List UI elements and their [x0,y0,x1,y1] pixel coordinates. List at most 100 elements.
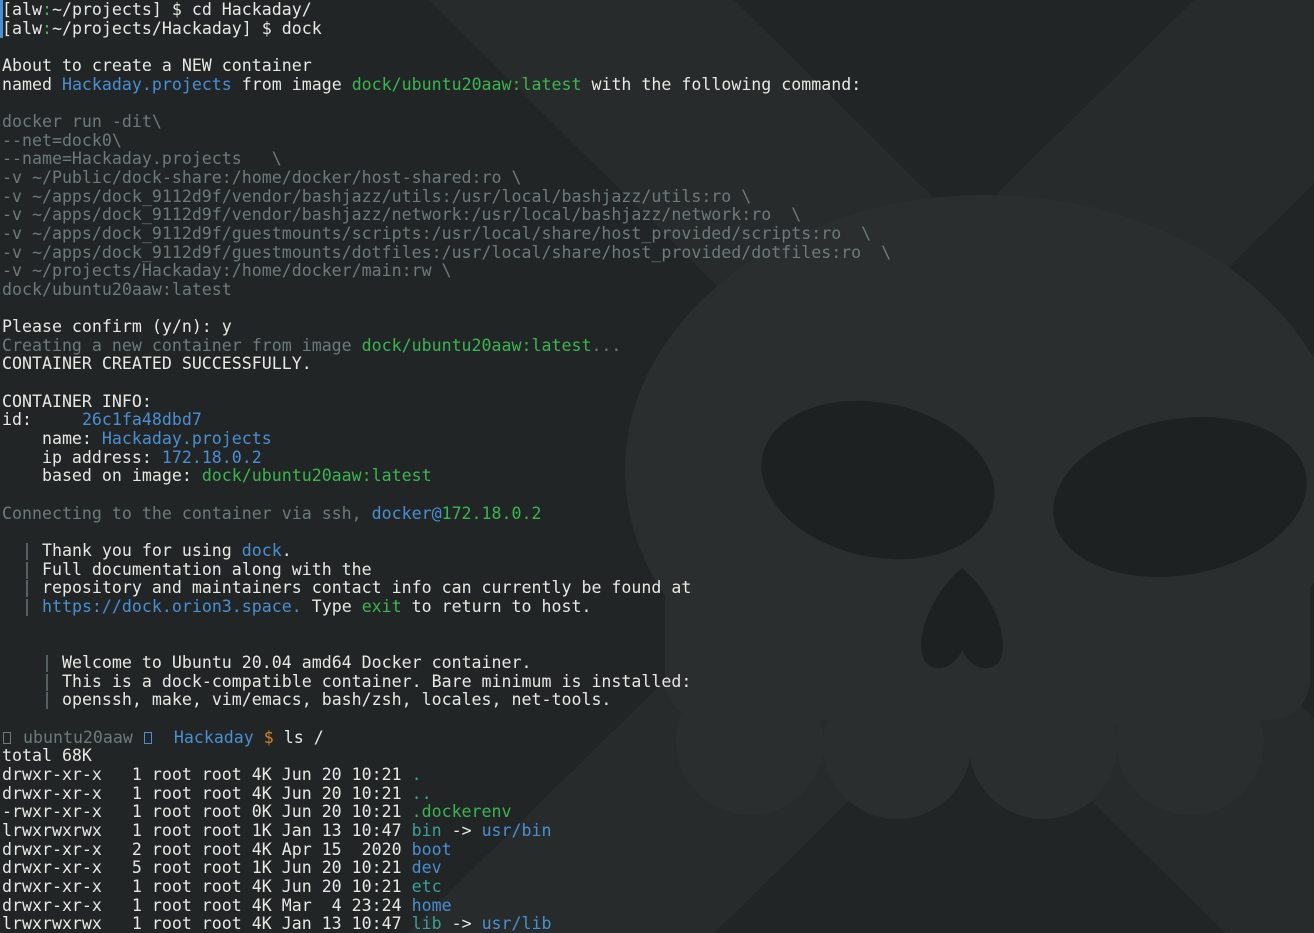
terminal-text: repository and maintainers contact info … [32,578,691,597]
terminal-text: ~/projects/Hackaday] $ dock [52,19,322,38]
terminal-text: | [22,560,32,579]
terminal-text: ubuntu20aaw [13,728,143,747]
terminal-line: Connecting to the container via ssh, doc… [2,505,1314,524]
terminal-text: | [22,578,32,597]
terminal-text [154,728,174,747]
terminal-text: CONTAINER CREATED SUCCESSFULLY. [2,354,312,373]
terminal-line: | Thank you for using dock. [2,542,1314,561]
terminal-text: | [42,653,52,672]
terminal-line: drwxr-xr-x 5 root root 1K Jun 20 10:21 d… [2,859,1314,878]
terminal-text: usr/lib [482,914,552,933]
terminal-text: ~/projects] $ cd Hackaday/ [52,0,312,19]
terminal-text [254,728,264,747]
terminal-text: | [42,672,52,691]
terminal-line: --net=dock0\ [2,132,1314,151]
terminal-text: -v ~/apps/dock_9112d9f/guestmounts/dotfi… [2,243,891,262]
terminal-text: drwxr-xr-x 1 root root 4K Mar 4 23:24 [2,896,412,915]
terminal-text: Welcome to Ubuntu 20.04 amd64 Docker con… [52,653,532,672]
terminal-text: id: [2,410,82,429]
terminal-text [32,597,42,616]
terminal-line: name: Hackaday.projects [2,430,1314,449]
terminal-line [2,710,1314,729]
terminal-text: drwxr-xr-x 2 root root 4K Apr 15 2020 [2,840,412,859]
terminal-line: | openssh, make, vim/emacs, bash/zsh, lo… [2,691,1314,710]
terminal-text: -v ~/apps/dock_9112d9f/vendor/bashjazz/u… [2,187,751,206]
terminal-text: drwxr-xr-x 1 root root 4K Jun 20 10:21 [2,784,412,803]
terminal-line: CONTAINER INFO: [2,393,1314,412]
terminal-text: dock/ubuntu20aaw:latest [2,280,232,299]
terminal-line [2,300,1314,319]
terminal-line [2,94,1314,113]
terminal-text: openssh, make, vim/emacs, bash/zsh, loca… [52,690,611,709]
terminal-text: .. [412,784,432,803]
terminal-line: [alw:~/projects] $ cd Hackaday/ [2,1,1314,20]
terminal-text: dock/ubuntu20aaw:latest [352,75,582,94]
terminal-text: . [282,541,292,560]
terminal-text: --name=Hackaday.projects \ [2,149,282,168]
terminal-line: CONTAINER CREATED SUCCESSFULLY. [2,355,1314,374]
terminal-text: dock/ubuntu20aaw:latest [362,336,592,355]
terminal-text: with the following command: [581,75,861,94]
terminal-line: ubuntu20aaw Hackaday $ ls / [2,729,1314,748]
terminal-line: docker run -dit\ [2,113,1314,132]
terminal-line [2,486,1314,505]
terminal-line [2,523,1314,542]
terminal-text: Full documentation along with the [32,560,372,579]
terminal-text: -> [442,914,482,933]
terminal-text: 172.18.0.2 [442,504,542,523]
terminal-text [2,690,42,709]
terminal-text: . [412,765,422,784]
terminal-line: drwxr-xr-x 2 root root 4K Apr 15 2020 bo… [2,841,1314,860]
terminal-line [2,617,1314,636]
terminal-text: Hackaday.projects [102,429,272,448]
terminal-text: usr/bin [482,821,552,840]
terminal-text: Creating a new container from image [2,336,362,355]
terminal-text: 26c1fa48dbd7 [82,410,202,429]
terminal-text: docker run -dit\ [2,112,162,131]
terminal-text: | [42,690,52,709]
terminal-line: lrwxrwxrwx 1 root root 4K Jan 13 10:47 l… [2,915,1314,933]
terminal-text: total 68K [2,746,92,765]
terminal-text: -rwxr-xr-x 1 root root 0K Jun 20 10:21 [2,802,412,821]
terminal-line: -v ~/projects/Hackaday:/home/docker/main… [2,262,1314,281]
terminal-text: .dockerenv [412,802,512,821]
terminal-text: based on image: [2,466,202,485]
terminal-line: -v ~/apps/dock_9112d9f/guestmounts/dotfi… [2,244,1314,263]
terminal-text: docker@ [372,504,442,523]
terminal-text: lrwxrwxrwx 1 root root 4K Jan 13 10:47 [2,914,412,933]
terminal-line: total 68K [2,747,1314,766]
terminal-text [2,541,22,560]
terminal-text: -> [442,821,482,840]
terminal-text: ... [591,336,621,355]
terminal-text [2,578,22,597]
terminal-text: Hackaday [174,728,254,747]
terminal-line: [alw:~/projects/Hackaday] $ dock [2,20,1314,39]
terminal-text: Connecting to the container via ssh, [2,504,372,523]
terminal-screen[interactable]: { "colors": { "background": "#212526", "… [0,0,1314,933]
terminal-line: drwxr-xr-x 1 root root 4K Jun 20 10:21 . [2,766,1314,785]
terminal-line: named Hackaday.projects from image dock/… [2,76,1314,95]
terminal-line: -v ~/apps/dock_9112d9f/vendor/bashjazz/n… [2,206,1314,225]
terminal-text: [alw [2,19,42,38]
terminal-line: -v ~/Public/dock-share:/home/docker/host… [2,169,1314,188]
terminal-text: ls / [274,728,324,747]
terminal-line [2,635,1314,654]
terminal-text: named [2,75,62,94]
terminal-line: ip address: 172.18.0.2 [2,449,1314,468]
terminal-line: | Welcome to Ubuntu 20.04 amd64 Docker c… [2,654,1314,673]
terminal-text: exit [362,597,402,616]
terminal-text: CONTAINER INFO: [2,392,152,411]
terminal-text: from image [232,75,352,94]
terminal-text: | [22,597,32,616]
terminal-text: --net=dock0\ [2,131,122,150]
terminal-line: About to create a NEW container [2,57,1314,76]
terminal-line: Please confirm (y/n): y [2,318,1314,337]
terminal-line: | repository and maintainers contact inf… [2,579,1314,598]
terminal-line: drwxr-xr-x 1 root root 4K Jun 20 10:21 e… [2,878,1314,897]
terminal-text: boot [412,840,452,859]
terminal-line: id: 26c1fa48dbd7 [2,411,1314,430]
terminal-text: drwxr-xr-x 5 root root 1K Jun 20 10:21 [2,858,412,877]
terminal-line: --name=Hackaday.projects \ [2,150,1314,169]
terminal-text [2,597,22,616]
terminal-text [2,653,42,672]
